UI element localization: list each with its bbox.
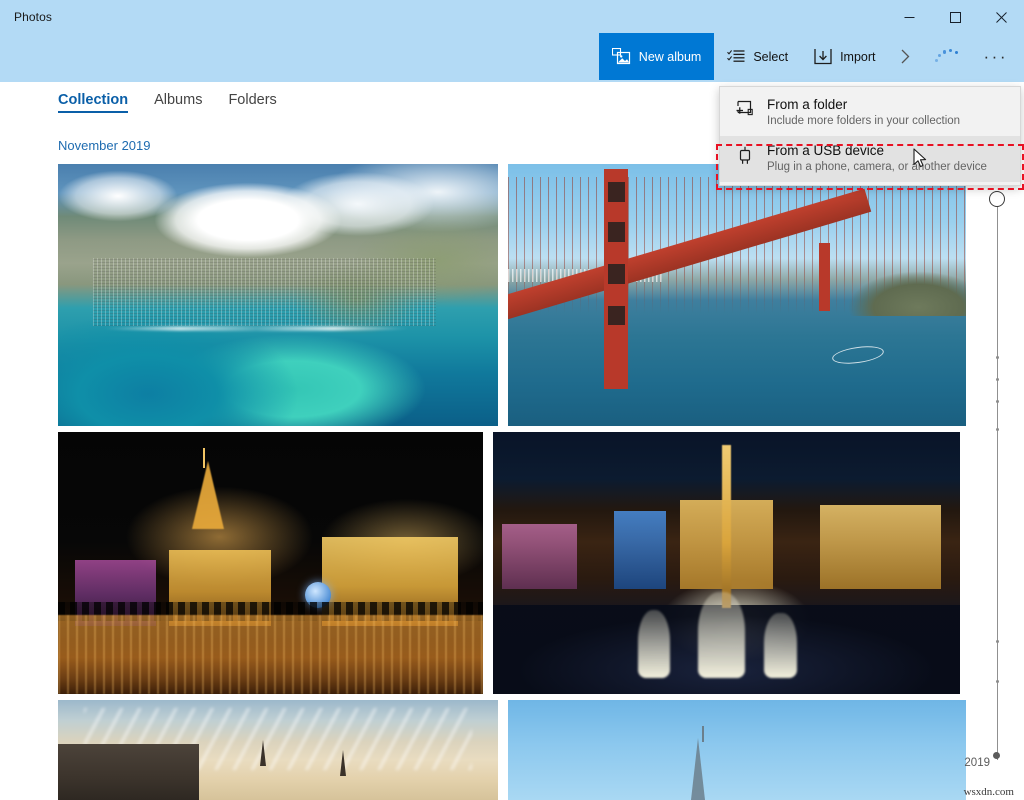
- photo-detail: [721, 445, 731, 608]
- menu-item-title: From a folder: [767, 97, 848, 112]
- photo-row: [58, 700, 966, 800]
- new-album-label: New album: [638, 49, 702, 64]
- photo-detail: [502, 523, 578, 590]
- select-button[interactable]: Select: [714, 33, 801, 80]
- import-flyout-menu: From a folder Include more folders in yo…: [719, 86, 1021, 186]
- photo-thumbnail[interactable]: [58, 700, 498, 800]
- photo-thumbnail[interactable]: [508, 164, 966, 426]
- see-more-label: ···: [983, 46, 1008, 66]
- photo-detail: [58, 744, 199, 800]
- photo-detail: [339, 750, 346, 776]
- photo-thumbnail[interactable]: [508, 700, 966, 800]
- import-button[interactable]: Import: [801, 33, 888, 80]
- timeline-tick: [995, 378, 999, 381]
- menu-item-title: From a USB device: [767, 143, 885, 158]
- photo-detail: [191, 460, 224, 529]
- select-label: Select: [753, 49, 789, 64]
- timeline-end-marker: [993, 752, 1000, 759]
- photo-detail: [763, 612, 797, 679]
- tab-folders[interactable]: Folders: [228, 92, 276, 113]
- maximize-button[interactable]: [932, 0, 978, 34]
- close-button[interactable]: [978, 0, 1024, 34]
- watermark: wsxdn.com: [963, 786, 1014, 798]
- menu-item-from-a-folder[interactable]: From a folder Include more folders in yo…: [720, 90, 1020, 136]
- tab-albums[interactable]: Albums: [154, 92, 202, 113]
- menu-item-text: From a USB device Plug in a phone, camer…: [767, 142, 987, 175]
- chevron-right-icon[interactable]: [889, 33, 922, 80]
- tab-folders-label: Folders: [228, 92, 277, 108]
- new-album-icon: [611, 48, 631, 65]
- photo-row: [58, 432, 966, 694]
- timeline-tick: [995, 428, 999, 431]
- window-controls: [886, 0, 1024, 34]
- photo-grid: [58, 164, 966, 800]
- folder-plus-icon: [734, 96, 756, 117]
- command-bar: New album Select Import ···: [598, 33, 1024, 80]
- photo-detail: [846, 258, 966, 316]
- menu-item-subtitle: Include more folders in your collection: [767, 115, 961, 127]
- tab-albums-label: Albums: [154, 92, 203, 108]
- photo-detail: [203, 447, 206, 468]
- app-title: Photos: [14, 10, 52, 24]
- photo-detail: [830, 343, 885, 367]
- photo-thumbnail[interactable]: [493, 432, 960, 694]
- menu-item-subtitle: Plug in a phone, camera, or another devi…: [767, 161, 987, 173]
- photo-detail: [614, 510, 666, 590]
- timeline-tick: [995, 356, 999, 359]
- timeline-tick: [995, 400, 999, 403]
- import-icon: [814, 48, 832, 65]
- timeline-track: [996, 200, 998, 760]
- photo-detail: [93, 258, 437, 327]
- timeline-scrollbar[interactable]: [984, 188, 1010, 776]
- select-icon: [727, 49, 745, 64]
- menu-item-from-a-usb-device[interactable]: From a USB device Plug in a phone, camer…: [720, 136, 1020, 182]
- photos-app-window: Photos New album Select Import ··· Colle…: [0, 0, 1024, 800]
- photo-detail: [819, 242, 830, 311]
- timeline-tick: [995, 640, 999, 643]
- date-group-header[interactable]: November 2019: [58, 138, 151, 153]
- menu-item-text: From a folder Include more folders in yo…: [767, 96, 960, 129]
- see-more-button[interactable]: ···: [972, 33, 1024, 80]
- photo-detail: [260, 740, 267, 766]
- usb-device-icon: [734, 142, 756, 165]
- photo-detail: [604, 169, 628, 390]
- progress-spinner-icon: [922, 33, 972, 80]
- photo-detail: [698, 591, 746, 679]
- photo-thumbnail[interactable]: [58, 432, 483, 694]
- photo-detail: [702, 726, 704, 742]
- minimize-button[interactable]: [886, 0, 932, 34]
- photo-row: [58, 164, 966, 426]
- photo-detail: [58, 615, 483, 694]
- tab-collection[interactable]: Collection: [58, 92, 129, 113]
- photo-detail: [819, 505, 942, 590]
- tab-collection-label: Collection: [58, 92, 129, 108]
- new-album-button[interactable]: New album: [598, 33, 715, 80]
- timeline-thumb[interactable]: [989, 191, 1005, 207]
- photo-detail: [691, 738, 706, 800]
- navigation-tabs: Collection Albums Folders: [58, 92, 277, 113]
- timeline-tick: [995, 680, 999, 683]
- import-label: Import: [840, 49, 876, 64]
- mouse-cursor: [913, 148, 929, 175]
- photo-detail: [637, 610, 671, 679]
- photo-thumbnail[interactable]: [58, 164, 498, 426]
